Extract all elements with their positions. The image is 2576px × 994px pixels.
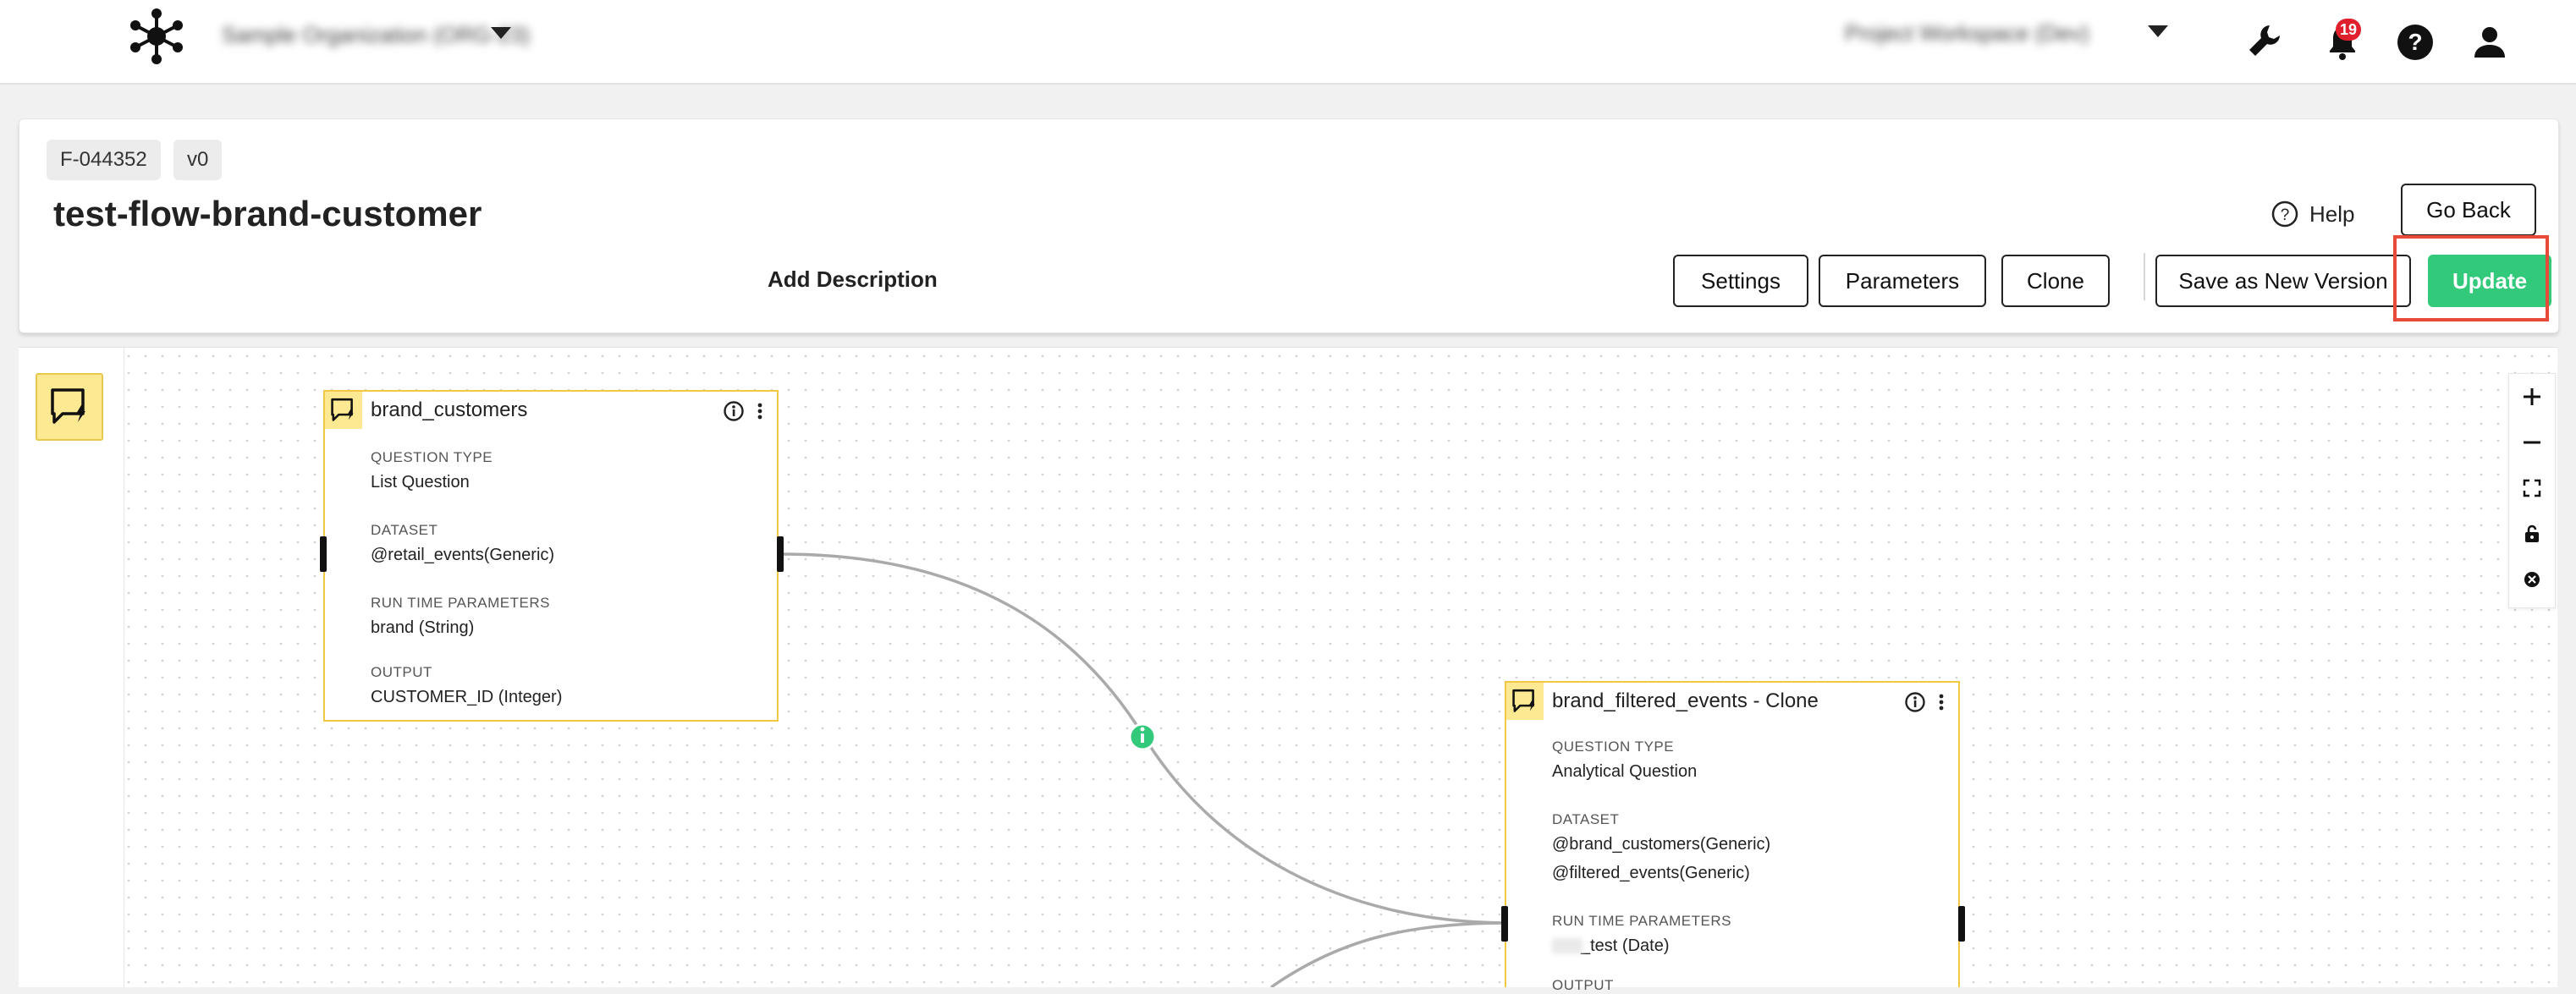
workspace-caret-icon[interactable] — [491, 27, 511, 39]
node-input-port[interactable] — [320, 536, 327, 572]
node-menu-icon[interactable] — [755, 400, 765, 422]
field-value-question-type: List Question — [371, 473, 470, 492]
field-value-dataset-1: @brand_customers(Generic) — [1552, 835, 1771, 854]
field-label-question-type: QUESTION TYPE — [371, 449, 493, 465]
svg-text:?: ? — [2408, 29, 2422, 55]
parameters-button[interactable]: Parameters — [1819, 255, 1986, 307]
field-value-dataset-2: @filtered_events(Generic) — [1552, 864, 1750, 882]
node-question-icon — [325, 392, 362, 429]
field-label-dataset: DATASET — [371, 522, 438, 538]
field-label-run-time-parameters: RUN TIME PARAMETERS — [371, 595, 550, 611]
field-label-dataset: DATASET — [1552, 811, 1620, 827]
help-circle-icon: ? — [2271, 200, 2298, 228]
field-value-run-time-parameters: brand (String) — [371, 618, 475, 637]
zoom-in-icon — [2524, 388, 2540, 405]
clone-button[interactable]: Clone — [2001, 255, 2110, 307]
help-link[interactable]: ? Help — [2271, 194, 2354, 234]
lock-button[interactable] — [2509, 511, 2555, 557]
save-as-new-version-button[interactable]: Save as New Version — [2155, 255, 2411, 307]
go-back-button[interactable]: Go Back — [2401, 184, 2536, 236]
flow-node-brand-customers[interactable]: brand_customers QUESTION TYPE List Quest… — [323, 390, 779, 722]
edge-incoming-lower — [1269, 921, 1509, 987]
flow-canvas[interactable]: brand_customers QUESTION TYPE List Quest… — [19, 347, 2557, 993]
field-value-run-time-parameters: _test (Date) — [1581, 936, 1670, 955]
node-output-port[interactable] — [1958, 906, 1965, 942]
node-menu-icon[interactable] — [1936, 691, 1946, 713]
fit-view-button[interactable] — [2509, 465, 2555, 511]
field-label-output: OUTPUT — [371, 664, 432, 680]
wrench-icon[interactable] — [2244, 20, 2285, 61]
flow-node-brand-filtered-events-clone[interactable]: brand_filtered_events - Clone QUESTION T… — [1505, 681, 1960, 993]
notification-count-badge: 19 — [2336, 19, 2361, 41]
field-label-question-type: QUESTION TYPE — [1552, 739, 1675, 755]
settings-button[interactable]: Settings — [1673, 255, 1808, 307]
node-title: brand_filtered_events - Clone — [1552, 689, 1819, 712]
reset-icon — [2524, 572, 2540, 587]
field-label-output: OUTPUT — [1552, 977, 1614, 993]
workspace-name[interactable]: Sample Organization (ORG-23) — [222, 22, 530, 48]
field-value-output: CUSTOMER_ID (Integer) — [371, 688, 563, 706]
node-output-port[interactable] — [777, 536, 784, 572]
flow-version-tag: v0 — [173, 140, 223, 180]
node-info-icon[interactable] — [1904, 691, 1926, 713]
flow-title[interactable]: test-flow-brand-customer — [53, 194, 482, 234]
account-name[interactable]: Project Workspace (Dev) — [1845, 20, 2089, 47]
flow-header-card: F-044352 v0 test-flow-brand-customer Add… — [19, 118, 2559, 333]
reset-button[interactable] — [2509, 557, 2555, 602]
button-divider — [2144, 253, 2145, 300]
node-title: brand_customers — [371, 398, 528, 421]
add-description-link[interactable]: Add Description — [768, 266, 938, 293]
logo-icon[interactable] — [127, 7, 186, 66]
svg-text:?: ? — [2281, 206, 2290, 224]
node-question-icon — [1506, 683, 1544, 720]
top-navigation-bar: Sample Organization (ORG-23) Project Wor… — [0, 0, 2576, 85]
lock-icon — [2525, 524, 2539, 542]
flow-id-tag: F-044352 — [47, 140, 161, 180]
fit-view-icon — [2523, 479, 2541, 497]
redacted-text — [1552, 938, 1582, 953]
field-label-run-time-parameters: RUN TIME PARAMETERS — [1552, 913, 1731, 929]
field-value-dataset: @retail_events(Generic) — [371, 546, 555, 564]
user-icon[interactable] — [2469, 22, 2510, 63]
field-value-question-type: Analytical Question — [1552, 762, 1698, 781]
node-input-port[interactable] — [1501, 906, 1508, 942]
zoom-out-icon — [2524, 441, 2540, 444]
zoom-in-button[interactable] — [2509, 374, 2555, 420]
update-button[interactable]: Update — [2428, 255, 2551, 307]
node-info-icon[interactable] — [723, 400, 745, 422]
zoom-out-button[interactable] — [2509, 420, 2555, 465]
account-caret-icon[interactable] — [2148, 25, 2168, 37]
help-icon[interactable]: ? — [2395, 22, 2436, 63]
help-label: Help — [2309, 200, 2355, 227]
canvas-controls — [2508, 373, 2556, 608]
